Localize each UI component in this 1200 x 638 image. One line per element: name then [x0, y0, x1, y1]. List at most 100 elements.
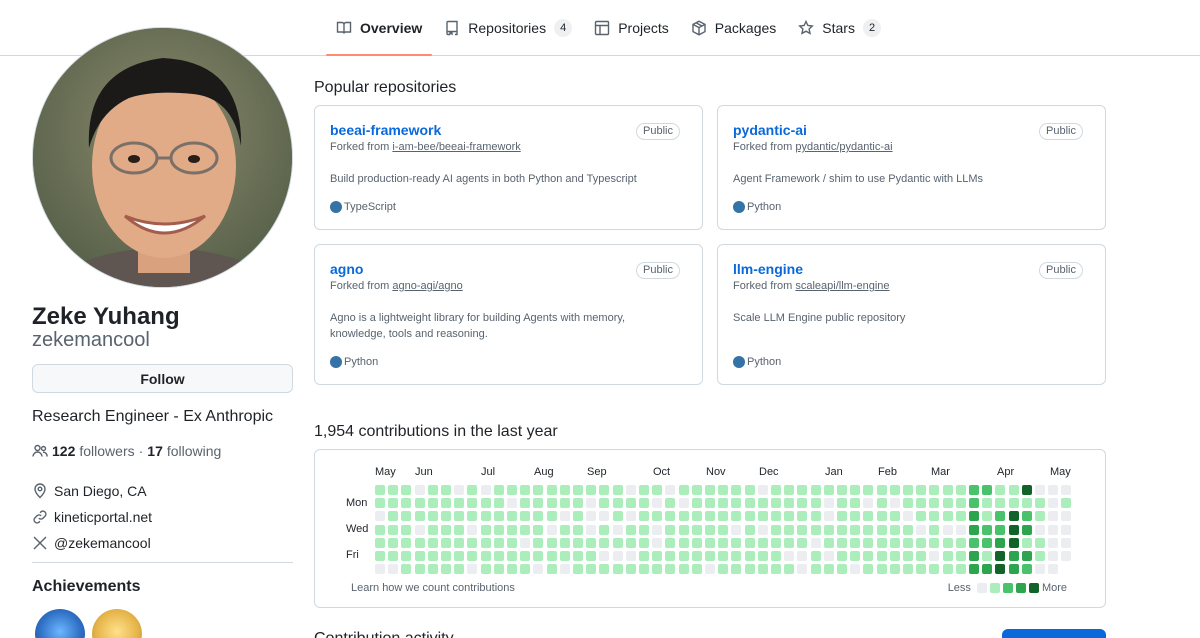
contribution-day-cell[interactable]: [797, 564, 808, 575]
contribution-day-cell[interactable]: [731, 524, 742, 535]
contribution-day-cell[interactable]: [401, 537, 412, 548]
contribution-day-cell[interactable]: [916, 564, 927, 575]
contribution-day-cell[interactable]: [784, 511, 795, 522]
contribution-day-cell[interactable]: [427, 485, 438, 495]
contribution-day-cell[interactable]: [375, 485, 385, 495]
contribution-day-cell[interactable]: [744, 485, 755, 495]
contribution-day-cell[interactable]: [995, 511, 1006, 522]
contribution-day-cell[interactable]: [454, 498, 465, 509]
contribution-day-cell[interactable]: [744, 564, 755, 575]
contribution-day-cell[interactable]: [559, 537, 570, 548]
contribution-day-cell[interactable]: [810, 524, 821, 535]
contribution-day-cell[interactable]: [837, 498, 847, 509]
contribution-day-cell[interactable]: [652, 511, 663, 522]
contribution-day-cell[interactable]: [493, 511, 504, 522]
contribution-day-cell[interactable]: [784, 551, 795, 561]
contribution-day-cell[interactable]: [599, 537, 610, 548]
contribution-day-cell[interactable]: [441, 551, 451, 561]
contribution-day-cell[interactable]: [665, 551, 676, 561]
contribution-day-cell[interactable]: [441, 564, 451, 575]
contribution-day-cell[interactable]: [744, 498, 755, 509]
contribution-day-cell[interactable]: [414, 551, 425, 561]
contribution-day-cell[interactable]: [599, 485, 610, 495]
contribution-day-cell[interactable]: [969, 498, 979, 509]
contribution-day-cell[interactable]: [454, 551, 465, 561]
contribution-day-cell[interactable]: [929, 564, 940, 575]
contribution-day-cell[interactable]: [520, 551, 531, 561]
contribution-day-cell[interactable]: [507, 498, 517, 509]
contribution-day-cell[interactable]: [718, 485, 729, 495]
contribution-day-cell[interactable]: [837, 524, 847, 535]
tab-repositories[interactable]: Repositories 4: [434, 0, 582, 55]
contribution-day-cell[interactable]: [731, 564, 742, 575]
contribution-day-cell[interactable]: [625, 564, 636, 575]
contribution-day-cell[interactable]: [903, 485, 913, 495]
achievement-shark-badge-icon[interactable]: [35, 609, 85, 638]
contribution-day-cell[interactable]: [586, 537, 597, 548]
contribution-day-cell[interactable]: [678, 564, 689, 575]
contribution-day-cell[interactable]: [969, 551, 979, 561]
contribution-day-cell[interactable]: [863, 498, 874, 509]
contribution-day-cell[interactable]: [1048, 511, 1059, 522]
contribution-day-cell[interactable]: [612, 524, 623, 535]
contribution-day-cell[interactable]: [982, 524, 993, 535]
contribution-day-cell[interactable]: [533, 537, 544, 548]
repo-name-link[interactable]: llm-engine: [733, 261, 803, 277]
contribution-day-cell[interactable]: [691, 524, 702, 535]
contribution-day-cell[interactable]: [889, 537, 900, 548]
fork-source-link[interactable]: i-am-bee/beeai-framework: [392, 141, 520, 153]
contribution-day-cell[interactable]: [388, 498, 399, 509]
following-link[interactable]: 17 following: [147, 443, 221, 459]
contribution-day-cell[interactable]: [771, 511, 781, 522]
contribution-day-cell[interactable]: [757, 485, 768, 495]
contribution-day-cell[interactable]: [1048, 564, 1059, 575]
contribution-day-cell[interactable]: [850, 524, 861, 535]
contribution-day-cell[interactable]: [691, 498, 702, 509]
contribution-day-cell[interactable]: [401, 498, 412, 509]
contribution-day-cell[interactable]: [454, 511, 465, 522]
contribution-day-cell[interactable]: [599, 551, 610, 561]
contribution-day-cell[interactable]: [388, 524, 399, 535]
contribution-day-cell[interactable]: [467, 498, 478, 509]
contribution-day-cell[interactable]: [573, 485, 583, 495]
contribution-day-cell[interactable]: [454, 485, 465, 495]
contribution-day-cell[interactable]: [454, 524, 465, 535]
contribution-day-cell[interactable]: [969, 524, 979, 535]
contribution-day-cell[interactable]: [797, 511, 808, 522]
contribution-day-cell[interactable]: [969, 537, 979, 548]
fork-source-link[interactable]: agno-agi/agno: [392, 280, 462, 292]
contribution-day-cell[interactable]: [678, 485, 689, 495]
contribution-day-cell[interactable]: [1008, 498, 1019, 509]
contribution-day-cell[interactable]: [903, 551, 913, 561]
contribution-day-cell[interactable]: [665, 511, 676, 522]
contribution-day-cell[interactable]: [784, 485, 795, 495]
contribution-day-cell[interactable]: [1008, 537, 1019, 548]
contribution-day-cell[interactable]: [942, 511, 953, 522]
fork-source-link[interactable]: scaleapi/llm-engine: [795, 280, 889, 292]
contribution-day-cell[interactable]: [533, 524, 544, 535]
contribution-day-cell[interactable]: [507, 537, 517, 548]
contribution-day-cell[interactable]: [889, 511, 900, 522]
contribution-day-cell[interactable]: [916, 524, 927, 535]
contribution-day-cell[interactable]: [401, 511, 412, 522]
contribution-day-cell[interactable]: [850, 551, 861, 561]
contribution-day-cell[interactable]: [969, 485, 979, 495]
contribution-day-cell[interactable]: [744, 551, 755, 561]
contribution-day-cell[interactable]: [810, 564, 821, 575]
contribution-day-cell[interactable]: [427, 511, 438, 522]
contribution-day-cell[interactable]: [1008, 524, 1019, 535]
contribution-day-cell[interactable]: [929, 511, 940, 522]
contribution-day-cell[interactable]: [1021, 485, 1032, 495]
contribution-day-cell[interactable]: [665, 524, 676, 535]
contribution-day-cell[interactable]: [612, 511, 623, 522]
contribution-day-cell[interactable]: [652, 551, 663, 561]
contribution-day-cell[interactable]: [1048, 498, 1059, 509]
contribution-day-cell[interactable]: [705, 551, 715, 561]
contribution-day-cell[interactable]: [652, 485, 663, 495]
repo-name-link[interactable]: pydantic-ai: [733, 122, 807, 138]
contribution-day-cell[interactable]: [652, 524, 663, 535]
contribution-day-cell[interactable]: [414, 537, 425, 548]
contribution-day-cell[interactable]: [625, 537, 636, 548]
contribution-day-cell[interactable]: [850, 485, 861, 495]
contribution-day-cell[interactable]: [599, 564, 610, 575]
